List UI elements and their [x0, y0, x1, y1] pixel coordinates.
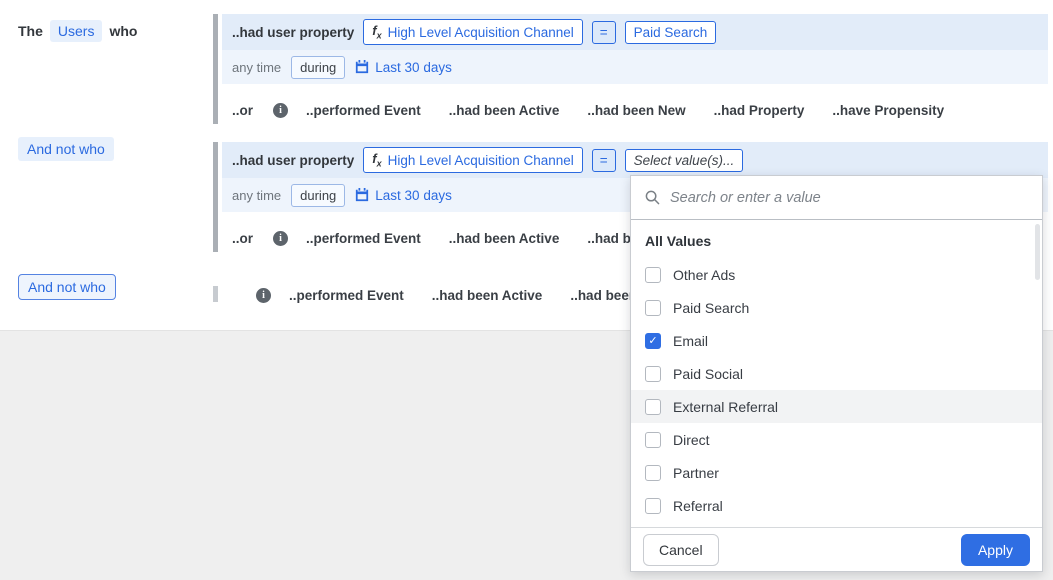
- value-search-input[interactable]: [670, 189, 1028, 206]
- dropdown-item-label: Email: [673, 332, 709, 349]
- condition-option[interactable]: ..performed Event: [306, 103, 421, 118]
- date-range-button[interactable]: Last 30 days: [355, 60, 452, 75]
- time-prefix-label: any time: [232, 187, 282, 203]
- subject-prefix: The: [18, 23, 43, 39]
- operator-button[interactable]: =: [591, 148, 616, 172]
- segment-subject: The Users who: [18, 20, 137, 42]
- checkbox-icon[interactable]: [645, 299, 661, 316]
- property-selector-button[interactable]: fx High Level Acquisition Channel: [363, 147, 583, 173]
- dropdown-item-label: Direct: [673, 431, 710, 448]
- info-icon[interactable]: i: [273, 230, 289, 246]
- dropdown-item-label: Other Ads: [673, 266, 736, 283]
- checkbox-icon[interactable]: [645, 398, 661, 415]
- time-mode-button[interactable]: during: [291, 55, 346, 79]
- checkbox-icon[interactable]: [645, 464, 661, 481]
- users-entity-selector[interactable]: Users: [49, 20, 103, 42]
- operator-button[interactable]: =: [591, 20, 616, 44]
- dropdown-value-list: All Values Other Ads Paid Search ✓ Email Pai…: [631, 220, 1042, 527]
- property-condition-row: ..had user property fx High Level Acquis…: [222, 142, 1048, 178]
- subject-suffix: who: [109, 23, 138, 39]
- dropdown-item[interactable]: Paid Search: [631, 291, 1042, 324]
- dropdown-item-label: Referral: [673, 497, 723, 514]
- info-icon[interactable]: i: [256, 287, 271, 303]
- checkbox-icon[interactable]: [645, 431, 661, 448]
- value-select-dropdown: All Values Other Ads Paid Search ✓ Email Pai…: [630, 175, 1043, 572]
- condition-option[interactable]: ..had been Active: [449, 231, 560, 246]
- value-select-button[interactable]: Select value(s)...: [624, 148, 744, 172]
- time-mode-button[interactable]: during: [291, 183, 346, 207]
- dropdown-search-row: [631, 176, 1042, 220]
- apply-button[interactable]: Apply: [960, 533, 1030, 566]
- dropdown-item[interactable]: Organic Social: [631, 522, 1042, 527]
- condition-type-label: ..had user property: [232, 152, 355, 168]
- dropdown-item-label: External Referral: [673, 398, 779, 415]
- checkbox-icon[interactable]: [645, 266, 661, 283]
- condition-option[interactable]: ..had been Active: [449, 103, 560, 118]
- date-range-label: Last 30 days: [375, 187, 452, 203]
- dropdown-item[interactable]: External Referral: [631, 390, 1042, 423]
- dropdown-item-label: Partner: [673, 464, 719, 481]
- property-name: High Level Acquisition Channel: [387, 24, 574, 40]
- cancel-button[interactable]: Cancel: [643, 533, 719, 566]
- fx-icon: fx: [372, 23, 382, 41]
- calendar-icon: [356, 188, 369, 202]
- time-prefix-label: any time: [232, 59, 282, 75]
- group-indent-bar: [213, 286, 218, 302]
- condition-type-label: ..had user property: [232, 24, 355, 40]
- dropdown-item[interactable]: ✓ Email: [631, 324, 1042, 357]
- add-condition-options-row: ..or i ..performed Event ..had been Active.…: [222, 96, 1048, 124]
- property-condition-row: ..had user property fx High Level Acquis…: [222, 14, 1048, 50]
- fx-icon: fx: [372, 151, 382, 169]
- date-range-button[interactable]: Last 30 days: [355, 188, 452, 203]
- date-range-label: Last 30 days: [375, 59, 452, 75]
- condition-option[interactable]: ..performed Event: [306, 231, 421, 246]
- time-filter-row: any time during Last 30 days: [222, 50, 1048, 84]
- value-button[interactable]: Paid Search: [624, 20, 717, 44]
- condition-option[interactable]: ..have Propensity: [832, 103, 944, 118]
- property-name: High Level Acquisition Channel: [387, 152, 574, 168]
- search-icon: [645, 190, 660, 205]
- value-list-header: All Values: [645, 233, 712, 249]
- dropdown-item-label: Paid Search: [673, 299, 750, 316]
- or-option[interactable]: ..or: [232, 231, 253, 246]
- group-indent-bar: [213, 142, 218, 252]
- dropdown-item[interactable]: Direct: [631, 423, 1042, 456]
- dropdown-item[interactable]: Other Ads: [631, 258, 1042, 291]
- checkbox-checked-icon[interactable]: ✓: [645, 332, 661, 349]
- or-option[interactable]: ..or: [232, 103, 253, 118]
- calendar-icon: [356, 60, 369, 74]
- and-not-who-label-2[interactable]: And not who: [18, 274, 116, 300]
- and-not-who-label-1[interactable]: And not who: [18, 137, 114, 161]
- dropdown-item[interactable]: Referral: [631, 489, 1042, 522]
- info-icon[interactable]: i: [273, 102, 289, 118]
- condition-group-1: ..had user property fx High Level Acquis…: [213, 14, 1048, 124]
- scrollbar-thumb[interactable]: [1035, 224, 1040, 280]
- condition-option[interactable]: ..had been Active: [432, 288, 543, 303]
- dropdown-footer: Cancel Apply: [631, 527, 1042, 571]
- dropdown-item[interactable]: Paid Social: [631, 357, 1042, 390]
- dropdown-item-label: Paid Social: [673, 365, 744, 382]
- condition-option[interactable]: ..had Property: [714, 103, 805, 118]
- property-selector-button[interactable]: fx High Level Acquisition Channel: [363, 19, 583, 45]
- dropdown-item[interactable]: Partner: [631, 456, 1042, 489]
- condition-option[interactable]: ..performed Event: [289, 288, 404, 303]
- checkbox-icon[interactable]: [645, 365, 661, 382]
- group-indent-bar: [213, 14, 218, 124]
- segment-builder-screen: The Users who And not who And not who ..…: [0, 0, 1053, 580]
- condition-option[interactable]: ..had been New: [587, 103, 685, 118]
- checkbox-icon[interactable]: [645, 497, 661, 514]
